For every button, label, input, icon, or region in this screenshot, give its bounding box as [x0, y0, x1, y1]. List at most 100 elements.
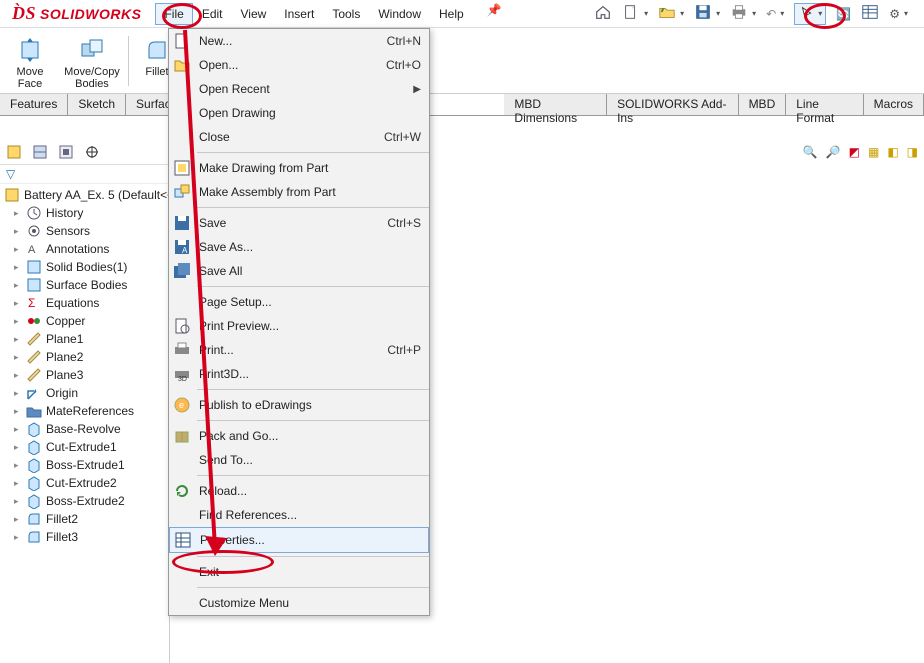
tree-node[interactable]: ▸Origin	[0, 384, 169, 402]
menu-tools[interactable]: Tools	[323, 3, 369, 25]
properties-icon[interactable]	[861, 3, 879, 24]
menu-item-open-drawing[interactable]: Open Drawing	[169, 101, 429, 125]
menu-item-find-references[interactable]: Find References...	[169, 503, 429, 527]
menu-item-print3d[interactable]: 3D Print3D...	[169, 362, 429, 386]
pin-icon[interactable]: 📌	[487, 3, 502, 25]
rebuild-icon[interactable]: 🔄	[836, 7, 851, 21]
feature-tree-panel: ▽ Battery AA_Ex. 5 (Default<< ▸History▸S…	[0, 140, 170, 663]
menu-item-properties[interactable]: Properties...	[169, 527, 429, 553]
menu-item-pack-and-go[interactable]: Pack and Go...	[169, 424, 429, 448]
tree-tab-dim-icon[interactable]	[84, 144, 100, 160]
tree-node[interactable]: ▸ΣEquations	[0, 294, 169, 312]
tree-node[interactable]: ▸Copper	[0, 312, 169, 330]
tab-mbd-dimensions[interactable]: MBD Dimensions	[504, 94, 607, 115]
print-icon[interactable]	[730, 3, 748, 24]
menu-item-label: Make Drawing from Part	[199, 161, 421, 175]
tree-node[interactable]: ▸History	[0, 204, 169, 222]
tree-node-label: History	[46, 206, 83, 220]
zoom-area-icon[interactable]: 🔎	[826, 145, 841, 159]
new-doc-icon[interactable]	[622, 3, 640, 24]
undo-icon[interactable]: ↶	[766, 7, 776, 21]
menu-item-make-assembly-from-part[interactable]: Make Assembly from Part	[169, 180, 429, 204]
tree-tab-property-icon[interactable]	[32, 144, 48, 160]
menu-edit[interactable]: Edit	[193, 3, 232, 25]
command-tabs: Features Sketch Surfaces MBD Dimensions …	[0, 94, 924, 116]
menu-item-send-to[interactable]: Send To...	[169, 448, 429, 472]
tab-macros[interactable]: Macros	[864, 94, 924, 115]
menu-item-exit[interactable]: Exit	[169, 560, 429, 584]
menu-item-open-recent[interactable]: Open Recent▶	[169, 77, 429, 101]
menu-item-make-drawing-from-part[interactable]: Make Drawing from Part	[169, 156, 429, 180]
tree-node[interactable]: ▸Fillet3	[0, 528, 169, 546]
menu-window[interactable]: Window	[369, 3, 430, 25]
menu-view[interactable]: View	[232, 3, 276, 25]
zoom-fit-icon[interactable]: 🔍	[803, 145, 818, 159]
filter-icon[interactable]: ▽	[6, 167, 15, 181]
menu-item-save-all[interactable]: Save All	[169, 259, 429, 283]
quick-toolbar: ▾ ▾ ▾ ▾ ↶▾ ▾ 🔄 ⚙▾	[594, 3, 918, 25]
section-view-icon[interactable]: ◩	[849, 145, 860, 159]
menu-insert[interactable]: Insert	[275, 3, 323, 25]
tree-node[interactable]: ▸Boss-Extrude1	[0, 456, 169, 474]
tree-node[interactable]: ▸Cut-Extrude1	[0, 438, 169, 456]
tree-tab-config-icon[interactable]	[58, 144, 74, 160]
tree-node-label: Surface Bodies	[46, 278, 127, 292]
tree-node[interactable]: ▸MateReferences	[0, 402, 169, 420]
tab-mbd[interactable]: MBD	[739, 94, 787, 115]
tab-sketch[interactable]: Sketch	[68, 94, 126, 115]
tree-node[interactable]: ▸AAnnotations	[0, 240, 169, 258]
main-menus: File Edit View Insert Tools Window Help …	[155, 3, 501, 25]
settings-icon[interactable]: ⚙	[889, 7, 900, 21]
menu-help[interactable]: Help	[430, 3, 473, 25]
menu-item-reload[interactable]: Reload...	[169, 479, 429, 503]
tree-node[interactable]: ▸Solid Bodies(1)	[0, 258, 169, 276]
tree-node[interactable]: ▸Fillet2	[0, 510, 169, 528]
save-icon[interactable]	[694, 3, 712, 24]
menu-item-customize-menu[interactable]: Customize Menu	[169, 591, 429, 615]
tab-features[interactable]: Features	[0, 94, 68, 115]
home-icon[interactable]	[594, 3, 612, 24]
tree-node[interactable]: ▸Surface Bodies	[0, 276, 169, 294]
menu-item-shortcut: Ctrl+N	[387, 34, 421, 48]
menu-item-save[interactable]: SaveCtrl+S	[169, 211, 429, 235]
tree-node-label: Annotations	[46, 242, 109, 256]
menu-item-label: Print3D...	[199, 367, 421, 381]
menu-item-label: New...	[199, 34, 379, 48]
menu-item-close[interactable]: CloseCtrl+W	[169, 125, 429, 149]
tree-node[interactable]: ▸Cut-Extrude2	[0, 474, 169, 492]
menu-item-shortcut: Ctrl+P	[387, 343, 421, 357]
menu-item-shortcut: Ctrl+O	[386, 58, 421, 72]
menu-item-page-setup[interactable]: Page Setup...	[169, 290, 429, 314]
display-style-icon[interactable]: ▦	[868, 145, 879, 159]
tree-node[interactable]: ▸Plane2	[0, 348, 169, 366]
move-copy-bodies-button[interactable]: Move/Copy Bodies	[64, 32, 120, 90]
menu-file[interactable]: File	[155, 3, 192, 25]
menu-item-open[interactable]: Open...Ctrl+O	[169, 53, 429, 77]
move-face-button[interactable]: Move Face	[2, 32, 58, 90]
tree-root[interactable]: Battery AA_Ex. 5 (Default<<	[0, 186, 169, 204]
tab-addins[interactable]: SOLIDWORKS Add-Ins	[607, 94, 738, 115]
open-icon[interactable]	[658, 3, 676, 24]
hide-show-icon[interactable]: ◧	[887, 145, 898, 159]
menu-item-publish-to-edrawings[interactable]: ePublish to eDrawings	[169, 393, 429, 417]
svg-text:3D: 3D	[178, 376, 187, 383]
menu-item-new[interactable]: New... Ctrl+N	[169, 29, 429, 53]
menu-item-label: Find References...	[199, 508, 421, 522]
select-tool[interactable]: ▾	[794, 3, 826, 25]
view-toolbar: 🔍 🔎 ◩ ▦ ◧ ◨	[803, 145, 918, 159]
tree-node[interactable]: ▸Plane1	[0, 330, 169, 348]
menu-item-print[interactable]: Print...Ctrl+P	[169, 338, 429, 362]
menu-item-label: Close	[199, 130, 376, 144]
tree-node[interactable]: ▸Plane3	[0, 366, 169, 384]
menu-item-print-preview[interactable]: Print Preview...	[169, 314, 429, 338]
menu-item-label: Page Setup...	[199, 295, 421, 309]
tree-node-label: Cut-Extrude1	[46, 440, 117, 454]
tree-node[interactable]: ▸Base-Revolve	[0, 420, 169, 438]
appearance-icon[interactable]: ◨	[907, 145, 918, 159]
menu-item-save-as[interactable]: ASave As...	[169, 235, 429, 259]
tree-node[interactable]: ▸Sensors	[0, 222, 169, 240]
tree-node-label: Sensors	[46, 224, 90, 238]
tab-line-format[interactable]: Line Format	[786, 94, 863, 115]
tree-node[interactable]: ▸Boss-Extrude2	[0, 492, 169, 510]
tree-tab-feature-icon[interactable]	[6, 144, 22, 160]
